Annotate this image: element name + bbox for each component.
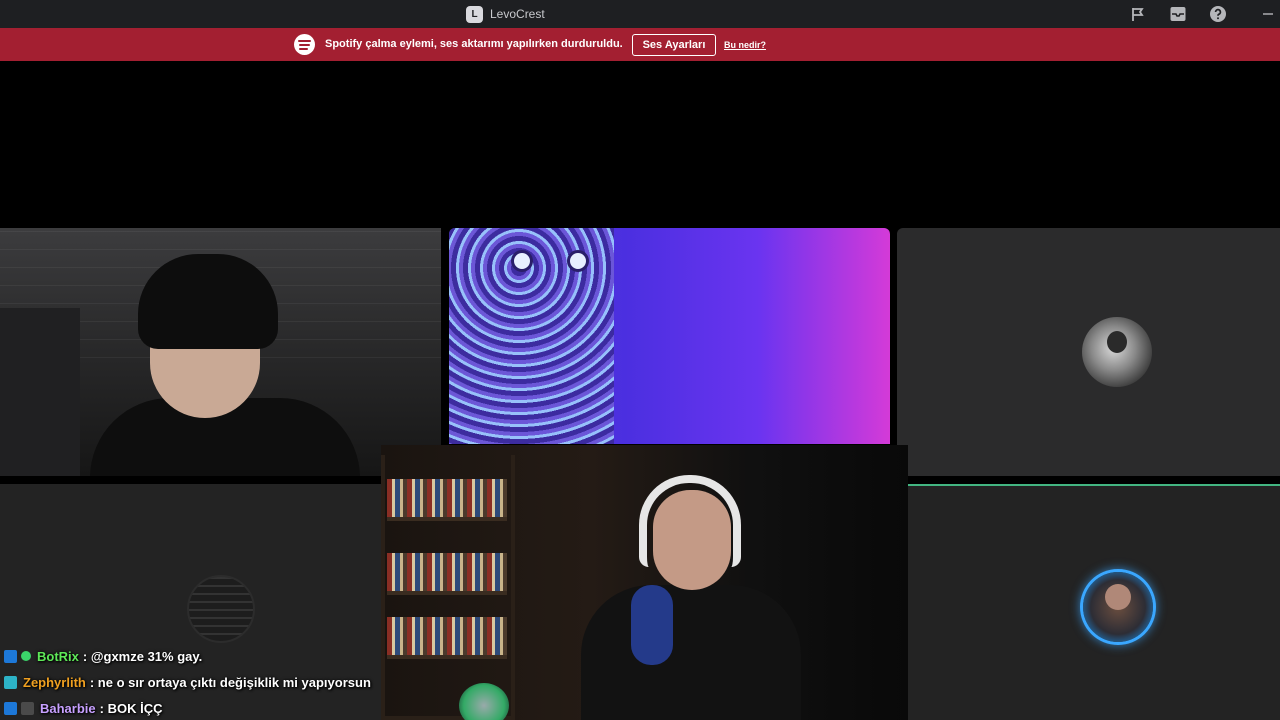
help-icon[interactable]	[1208, 4, 1228, 24]
moderator-badge-icon	[4, 649, 17, 663]
owl-eye-left	[511, 250, 533, 272]
chat-username[interactable]: Zephyrlith	[23, 675, 86, 690]
bookshelf-row	[387, 617, 507, 659]
owl-eye-right	[567, 250, 589, 272]
spotify-notice-bar: Spotify çalma eylemi, ses aktarımı yapıl…	[0, 28, 1280, 61]
bookshelf-row	[387, 553, 507, 595]
app-logo-icon: L	[466, 5, 483, 23]
spotify-icon	[294, 34, 315, 55]
what-is-this-link[interactable]: Bu nedir?	[724, 40, 766, 50]
headphones	[639, 475, 741, 567]
minimize-icon[interactable]	[1258, 4, 1278, 24]
streamer-camera	[381, 445, 908, 720]
streamer-body	[581, 585, 801, 720]
avatar-speaking[interactable]	[1083, 572, 1153, 642]
chat-username[interactable]: Baharbie	[40, 701, 96, 716]
chat-username[interactable]: BotRix	[37, 649, 79, 664]
avatar[interactable]	[187, 575, 255, 643]
inbox-icon[interactable]	[1168, 4, 1188, 24]
avatar[interactable]	[1082, 317, 1152, 387]
chair	[0, 308, 80, 476]
flag-icon[interactable]	[1128, 4, 1148, 24]
chat-text: : @gxmze 31% gay.	[82, 648, 203, 664]
chat-message: Baharbie : BOK İÇÇ	[4, 695, 404, 720]
microphone	[631, 585, 673, 665]
chat-text: : ne o sır ortaya çıktı değişiklik mi ya…	[89, 674, 371, 690]
notice-text: Spotify çalma eylemi, ses aktarımı yapıl…	[325, 38, 623, 50]
audio-settings-button[interactable]: Ses Ayarları	[632, 34, 716, 56]
moderator-badge-icon	[4, 701, 17, 715]
subscriber-badge-icon	[4, 675, 17, 689]
subscriber-badge-icon	[21, 701, 34, 715]
drink-can	[459, 683, 509, 720]
app-title: L LevoCrest	[466, 4, 545, 24]
chat-message: BotRix : @gxmze 31% gay.	[4, 643, 404, 669]
chat-message: Zephyrlith : ne o sır ortaya çıktı değiş…	[4, 669, 404, 695]
app-name: LevoCrest	[490, 7, 545, 21]
verified-badge-icon	[21, 651, 31, 661]
participant-beanie	[138, 254, 278, 349]
chat-overlay: BotRix : @gxmze 31% gay. Zephyrlith : ne…	[4, 643, 404, 720]
chat-text: : BOK İÇÇ	[99, 700, 163, 716]
video-tile-participant-1[interactable]	[0, 228, 441, 476]
video-tile-participant-2[interactable]	[449, 228, 890, 444]
bookshelf-row	[387, 479, 507, 521]
title-bar: L LevoCrest	[0, 0, 1280, 28]
